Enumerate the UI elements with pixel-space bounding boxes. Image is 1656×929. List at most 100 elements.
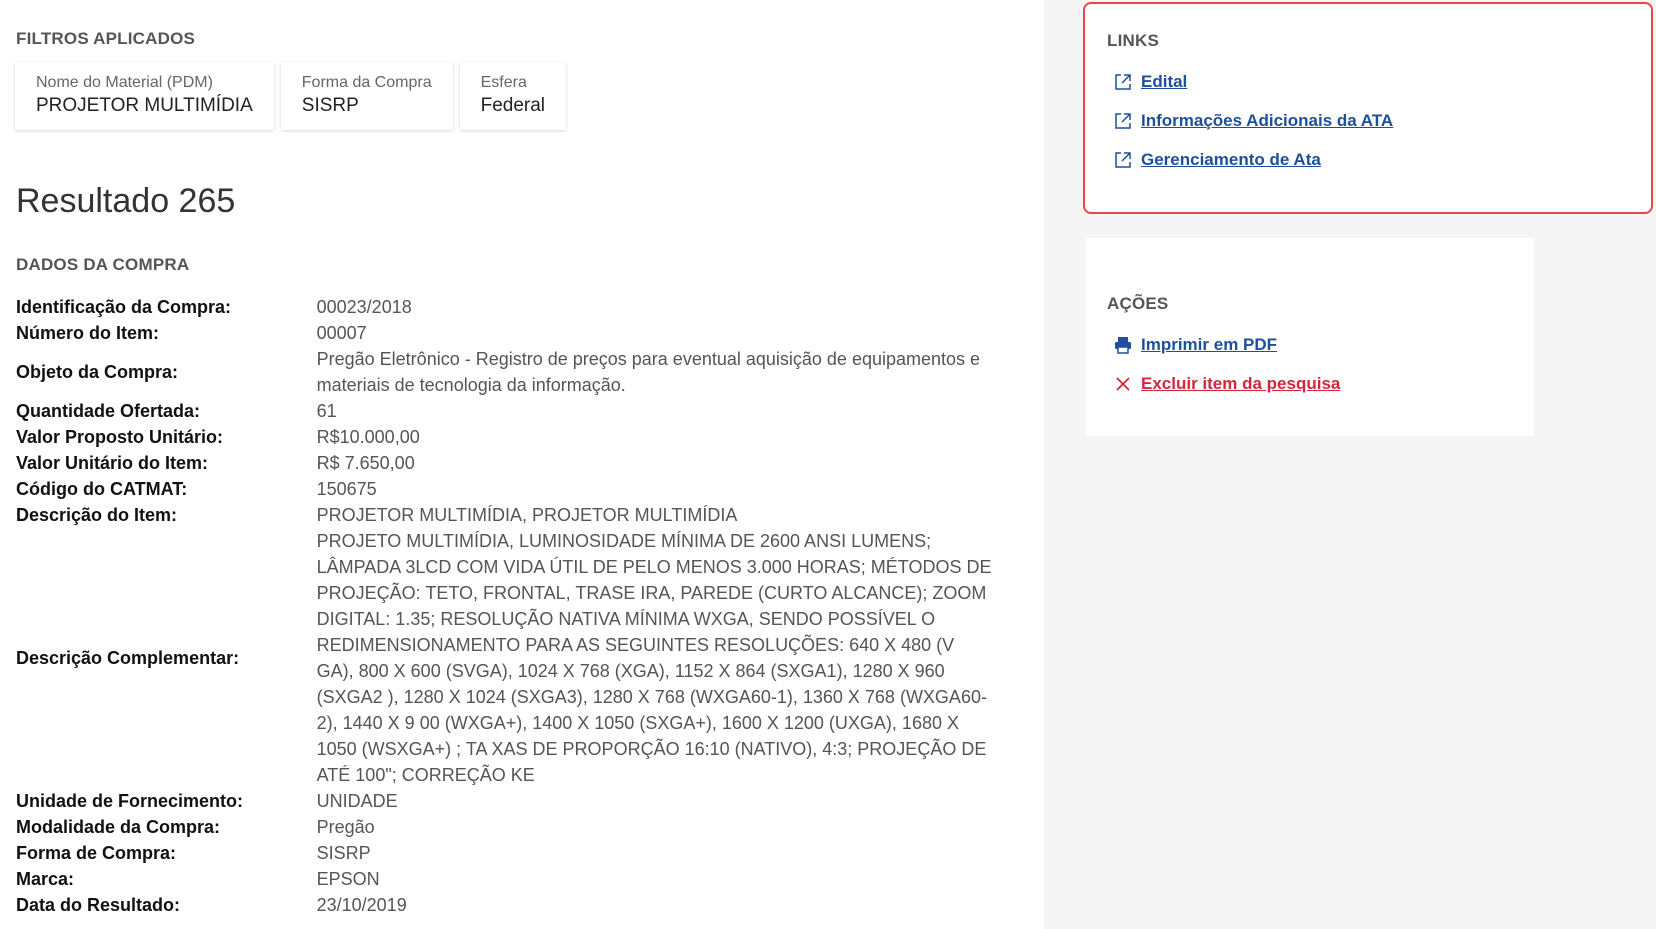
- data-row-label: Forma de Compra:: [16, 843, 177, 863]
- data-row-value-line: Pregão Eletrônico - Registro de preços p…: [316, 349, 981, 369]
- data-row-value-line: 61: [316, 401, 337, 421]
- data-row-value: SISRP: [317, 840, 1026, 866]
- external-link-icon: [1113, 150, 1133, 170]
- main-content: FILTROS APLICADOS Nome do Material (PDM)…: [0, 0, 1044, 929]
- data-row: Unidade de Fornecimento: UNIDADE: [16, 788, 1026, 814]
- filter-chip-label: Esfera: [480, 74, 527, 91]
- data-row-value-line: 1050 (WSXGA+) ; TA XAS DE PROPORÇÃO 16:1…: [316, 739, 987, 759]
- acoes-card: AÇÕES Imprimir em PDF Excluir item da pe…: [1086, 238, 1534, 436]
- gerenciamento-ata-link[interactable]: Gerenciamento de Ata: [1141, 150, 1321, 170]
- edital-link[interactable]: Edital: [1141, 72, 1187, 92]
- data-row: Quantidade Ofertada: 61: [16, 398, 1026, 424]
- data-row-value-line: 23/10/2019: [316, 895, 407, 915]
- data-row-value: PROJETO MULTIMÍDIA, LUMINOSIDADE MÍNIMA …: [317, 528, 1026, 788]
- data-row-label: Modalidade da Compra:: [16, 817, 221, 837]
- data-row-label: Descrição do Item:: [16, 505, 178, 525]
- acoes-heading: AÇÕES: [1107, 294, 1169, 313]
- data-row-value: 61: [317, 398, 1026, 424]
- data-row: Valor Proposto Unitário: R$10.000,00: [16, 424, 1026, 450]
- filter-chip-label: Forma da Compra: [301, 74, 432, 91]
- data-row: Forma de Compra: SISRP: [16, 840, 1026, 866]
- informacoes-adicionais-link[interactable]: Informações Adicionais da ATA: [1141, 111, 1393, 131]
- data-row-value: Pregão Eletrônico - Registro de preços p…: [317, 346, 1026, 398]
- external-link-icon: [1113, 111, 1133, 131]
- result-title: Resultado 265: [16, 182, 236, 220]
- data-row-value-line: 2), 1440 X 9 00 (WXGA+), 1400 X 1050 (SX…: [316, 713, 959, 733]
- filter-chip-material: Nome do Material (PDM) PROJETOR MULTIMÍD…: [15, 62, 274, 130]
- data-row-value-line: EPSON: [316, 869, 380, 889]
- data-row-value-line: R$ 7.650,00: [316, 453, 415, 473]
- data-row-value-line: Pregão: [316, 817, 375, 837]
- close-icon: [1113, 374, 1133, 394]
- applied-filters: Nome do Material (PDM) PROJETOR MULTIMÍD…: [15, 62, 567, 130]
- data-row: Número do Item: 00007: [16, 320, 1026, 346]
- data-row-value: R$10.000,00: [317, 424, 1026, 450]
- data-row-value: 00007: [317, 320, 1026, 346]
- data-row-label: Data do Resultado:: [16, 895, 181, 915]
- printer-icon: [1113, 335, 1133, 355]
- data-row: Modalidade da Compra: Pregão: [16, 814, 1026, 840]
- dados-compra-heading: DADOS DA COMPRA: [16, 255, 190, 274]
- data-row-value: Pregão: [317, 814, 1026, 840]
- link-gerenciamento-ata[interactable]: Gerenciamento de Ata: [1113, 150, 1321, 170]
- link-edital[interactable]: Edital: [1113, 72, 1187, 92]
- data-row-value-line: UNIDADE: [316, 791, 398, 811]
- data-row-value-line: PROJEÇÃO: TETO, FRONTAL, TRASE IRA, PARE…: [316, 583, 987, 603]
- data-row: Valor Unitário do Item: R$ 7.650,00: [16, 450, 1026, 476]
- data-row-value-line: PROJETOR MULTIMÍDIA, PROJETOR MULTIMÍDIA: [316, 505, 738, 525]
- delete-item-link[interactable]: Excluir item da pesquisa: [1141, 374, 1340, 394]
- data-row-value-line: (SXGA2 ), 1280 X 1024 (SXGA3), 1280 X 76…: [316, 687, 987, 707]
- filter-chip-forma-compra: Forma da Compra SISRP: [280, 62, 453, 130]
- data-row: Data do Resultado: 23/10/2019: [16, 892, 1026, 918]
- data-row-value-line: 00023/2018: [316, 297, 412, 317]
- data-row-label: Quantidade Ofertada:: [16, 401, 201, 421]
- data-row-label: Descrição Complementar:: [16, 648, 240, 668]
- data-row-label: Código do CATMAT:: [16, 479, 188, 499]
- data-row-label: Marca:: [16, 869, 75, 889]
- data-row-value-line: DIGITAL: 1.35; RESOLUÇÃO NATIVA MÍNIMA W…: [316, 609, 936, 629]
- delete-item-action[interactable]: Excluir item da pesquisa: [1113, 374, 1340, 394]
- filter-chip-label: Nome do Material (PDM): [36, 74, 213, 91]
- data-row-value-line: 150675: [316, 479, 377, 499]
- data-row-label: Unidade de Fornecimento:: [16, 791, 244, 811]
- data-row-value-line: materiais de tecnologia da informação.: [316, 375, 626, 395]
- links-card: LINKS Edital Informações Adicionais da A…: [1083, 2, 1653, 214]
- filter-chip-value: PROJETOR MULTIMÍDIA: [36, 95, 253, 116]
- data-row-value: 150675: [317, 476, 1026, 502]
- link-informacoes-adicionais[interactable]: Informações Adicionais da ATA: [1113, 111, 1393, 131]
- filter-chip-esfera: Esfera Federal: [459, 62, 567, 130]
- data-row-label: Número do Item:: [16, 323, 160, 343]
- data-row-value-line: LÂMPADA 3LCD COM VIDA ÚTIL DE PELO MENOS…: [316, 557, 992, 577]
- data-row-value-line: R$10.000,00: [316, 427, 420, 447]
- data-row-value-line: REDIMENSIONAMENTO PARA AS SEGUINTES RESO…: [316, 635, 955, 655]
- data-row: Marca: EPSON: [16, 866, 1026, 892]
- data-row-value: 23/10/2019: [317, 892, 1026, 918]
- purchase-data-table: Identificação da Compra: 00023/2018 Número…: [16, 294, 1026, 918]
- data-row-label: Valor Proposto Unitário:: [16, 427, 224, 447]
- data-row-value-line: GA), 800 X 600 (SVGA), 1024 X 768 (XGA),…: [316, 661, 945, 681]
- filters-heading: FILTROS APLICADOS: [16, 29, 196, 48]
- print-pdf-link[interactable]: Imprimir em PDF: [1141, 335, 1277, 355]
- data-row: Descrição do Item: PROJETOR MULTIMÍDIA, P…: [16, 502, 1026, 528]
- print-pdf-action[interactable]: Imprimir em PDF: [1113, 335, 1277, 355]
- data-row-value: R$ 7.650,00: [317, 450, 1026, 476]
- data-row-value-line: SISRP: [316, 843, 371, 863]
- data-row: Descrição Complementar: PROJETO MULTIMÍDI…: [16, 528, 1026, 788]
- filter-chip-value: Federal: [480, 95, 546, 116]
- data-row: Identificação da Compra: 00023/2018: [16, 294, 1026, 320]
- data-row: Objeto da Compra: Pregão Eletrônico - Reg…: [16, 346, 1026, 398]
- data-row-label: Identificação da Compra:: [16, 297, 232, 317]
- data-row-value: UNIDADE: [317, 788, 1026, 814]
- data-row: Código do CATMAT: 150675: [16, 476, 1026, 502]
- data-row-value: 00023/2018: [317, 294, 1026, 320]
- data-row-value-line: 00007: [316, 323, 367, 343]
- data-row-value: EPSON: [317, 866, 1026, 892]
- data-row-value-line: PROJETO MULTIMÍDIA, LUMINOSIDADE MÍNIMA …: [316, 531, 932, 551]
- filter-chip-value: SISRP: [301, 95, 359, 116]
- data-row-label: Valor Unitário do Item:: [16, 453, 209, 473]
- links-heading: LINKS: [1107, 31, 1159, 50]
- data-row-value-line: ATÉ 100"; CORREÇÃO KE: [316, 765, 535, 785]
- data-row-value: PROJETOR MULTIMÍDIA, PROJETOR MULTIMÍDIA: [317, 502, 1026, 528]
- external-link-icon: [1113, 72, 1133, 92]
- data-row-label: Objeto da Compra:: [16, 362, 179, 382]
